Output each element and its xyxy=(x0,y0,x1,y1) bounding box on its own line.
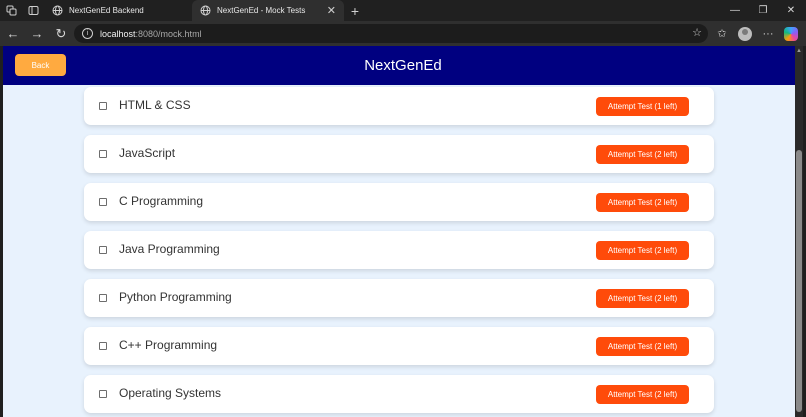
test-card: C++ Programming Attempt Test (2 left) xyxy=(84,327,714,365)
course-name: Python Programming xyxy=(119,290,232,304)
scroll-up-icon[interactable]: ▲ xyxy=(796,48,802,56)
address-host: localhost xyxy=(100,28,136,39)
arrow-right-icon[interactable]: → xyxy=(25,21,49,46)
brand-title: NextGenEd xyxy=(364,57,442,74)
attempt-test-button[interactable]: Attempt Test (2 left) xyxy=(596,241,689,260)
browser-tab-strip: NextGenEd Backend NextGenEd - Mock Tests… xyxy=(0,0,806,21)
close-window-icon[interactable]: ✕ xyxy=(776,0,806,21)
globe-icon xyxy=(52,5,63,16)
test-card: Java Programming Attempt Test (2 left) xyxy=(84,231,714,269)
test-checkbox[interactable] xyxy=(99,150,107,158)
refresh-icon[interactable]: ↻ xyxy=(49,21,73,46)
test-checkbox[interactable] xyxy=(99,246,107,254)
copilot-icon[interactable] xyxy=(780,21,802,46)
course-name: JavaScript xyxy=(119,146,176,160)
address-path: :8080/mock.html xyxy=(135,28,202,39)
favorites-icon[interactable]: ✩ xyxy=(711,21,733,46)
tab-title: NextGenEd Backend xyxy=(69,6,144,15)
profile-icon[interactable] xyxy=(734,21,756,46)
close-tab-icon[interactable]: ✕ xyxy=(327,4,336,17)
course-name: HTML & CSS xyxy=(119,98,191,112)
page-content: Back NextGenEd HTML & CSS Attempt Test (… xyxy=(3,46,803,417)
browser-toolbar: ← → ↻ i localhost :8080/mock.html ☆ xyxy=(0,21,806,46)
back-button[interactable]: Back xyxy=(15,54,66,76)
course-name: C++ Programming xyxy=(119,338,218,352)
globe-icon xyxy=(200,5,211,16)
course-name: Java Programming xyxy=(119,242,220,256)
course-name: Operating Systems xyxy=(119,386,222,400)
attempt-test-button[interactable]: Attempt Test (2 left) xyxy=(596,337,689,356)
test-checkbox[interactable] xyxy=(99,294,107,302)
scrollbar-thumb[interactable] xyxy=(796,150,802,412)
tab-title: NextGenEd - Mock Tests xyxy=(217,6,306,15)
course-name: C Programming xyxy=(119,194,204,208)
site-header: Back NextGenEd xyxy=(3,46,803,85)
test-checkbox[interactable] xyxy=(99,342,107,350)
test-card: JavaScript Attempt Test (2 left) xyxy=(84,135,714,173)
test-card: C Programming Attempt Test (2 left) xyxy=(84,183,714,221)
info-icon[interactable]: i xyxy=(82,28,93,39)
more-icon[interactable]: ··· xyxy=(757,21,779,46)
test-card: Python Programming Attempt Test (2 left) xyxy=(84,279,714,317)
attempt-test-button[interactable]: Attempt Test (2 left) xyxy=(596,193,689,212)
attempt-test-button[interactable]: Attempt Test (2 left) xyxy=(596,289,689,308)
tab-mock-tests[interactable]: NextGenEd - Mock Tests ✕ xyxy=(192,0,344,21)
workspaces-icon[interactable] xyxy=(0,0,22,21)
tab-nextgened-backend[interactable]: NextGenEd Backend xyxy=(44,0,192,21)
tab-actions-icon[interactable] xyxy=(22,0,44,21)
test-checkbox[interactable] xyxy=(99,198,107,206)
new-tab-icon[interactable]: + xyxy=(344,0,366,21)
test-card: Operating Systems Attempt Test (2 left) xyxy=(84,375,714,413)
star-icon[interactable]: ☆ xyxy=(692,26,702,39)
attempt-test-button[interactable]: Attempt Test (1 left) xyxy=(596,97,689,116)
attempt-test-button[interactable]: Attempt Test (2 left) xyxy=(596,385,689,404)
test-card: HTML & CSS Attempt Test (1 left) xyxy=(84,87,714,125)
minimize-icon[interactable]: — xyxy=(720,0,750,21)
attempt-test-button[interactable]: Attempt Test (2 left) xyxy=(596,145,689,164)
address-bar[interactable]: i localhost :8080/mock.html ☆ xyxy=(74,24,708,43)
arrow-left-icon[interactable]: ← xyxy=(1,21,25,46)
restore-icon[interactable]: ❐ xyxy=(748,0,778,21)
test-checkbox[interactable] xyxy=(99,390,107,398)
test-checkbox[interactable] xyxy=(99,102,107,110)
